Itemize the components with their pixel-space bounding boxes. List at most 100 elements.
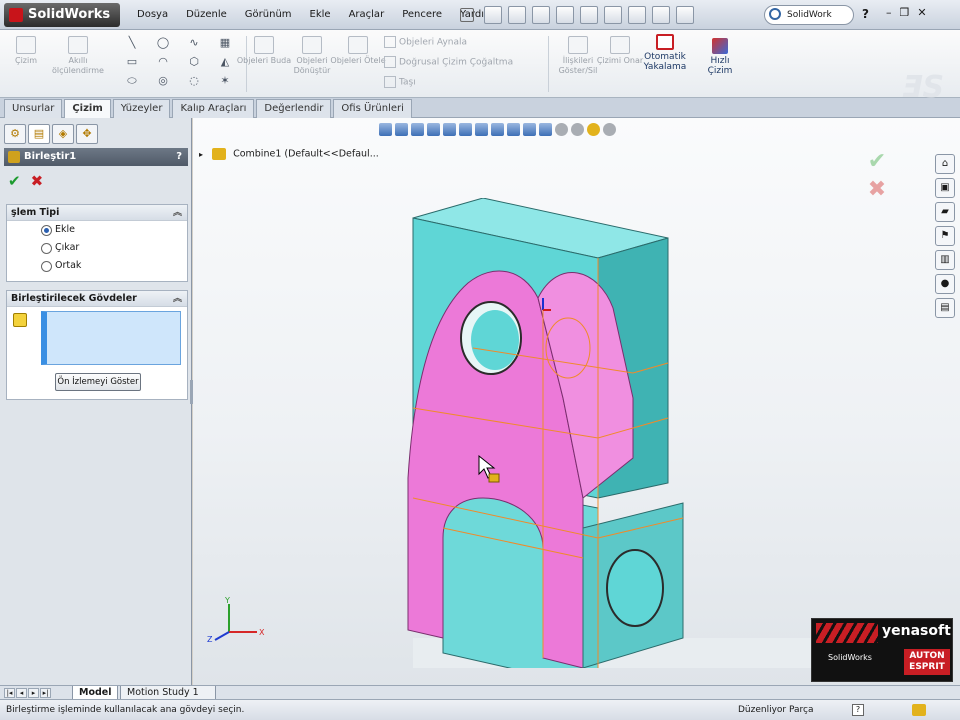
quick-snaps-button[interactable]: Otomatik Yakalama [636,34,694,72]
line-icon[interactable]: ╲ [118,36,146,54]
tab-unsurlar[interactable]: Unsurlar [4,99,63,118]
minimize-button[interactable]: – [886,6,892,19]
radio-button[interactable] [41,243,52,254]
solidworks-logo[interactable]: SolidWorks [4,3,120,27]
cancel-button[interactable]: ✖ [31,172,44,190]
property-manager-tab-icon[interactable]: ▤ [28,124,50,144]
fillet-icon[interactable]: ◌ [180,74,208,92]
ambient-occlusion-icon[interactable] [571,123,584,136]
radio-button[interactable] [41,225,52,236]
radio-button[interactable] [41,261,52,272]
custom-properties-icon[interactable]: ▤ [935,298,955,318]
section-view-icon[interactable] [427,123,440,136]
side-hole[interactable] [606,549,664,627]
mirror-entities-button[interactable]: Objeleri Aynala [384,36,467,48]
zoom-to-fit-icon[interactable] [379,123,392,136]
smart-dimension-button[interactable]: Akıllı ölçülendirme [48,36,108,76]
view-orientation-icon[interactable] [459,123,472,136]
first-tab-arrow-icon[interactable]: |◂ [4,688,15,698]
undo-icon[interactable] [580,6,598,24]
show-preview-button[interactable]: Ön İzlemeyi Göster [55,373,141,391]
rapid-sketch-button[interactable]: Hızlı Çizim [698,38,742,76]
arc-icon[interactable]: ◠ [149,55,177,73]
tab-degerlendir[interactable]: Değerlendir [256,99,332,118]
graphics-area[interactable]: ▸ Combine1 (Default<<Defaul... ✔ ✖ ⌂ ▣ ▰… [193,118,960,685]
tab-yuzeyler[interactable]: Yüzeyler [112,99,171,118]
select-icon[interactable] [604,6,622,24]
rebuild-icon[interactable] [628,6,646,24]
apply-scene-icon[interactable] [523,123,536,136]
dimxpert-tab-icon[interactable]: ✥ [76,124,98,144]
tab-cizim[interactable]: Çizim [64,99,111,118]
tab-kalip-araclari[interactable]: Kalıp Araçları [172,99,255,118]
design-library-icon[interactable]: ▣ [935,178,955,198]
perspective-icon[interactable] [603,123,616,136]
radio-cikar[interactable]: Çıkar [7,239,187,257]
menu-gorunum[interactable]: Görünüm [236,0,301,30]
print-icon[interactable] [556,6,574,24]
edit-appearance-icon[interactable] [507,123,520,136]
realview-icon[interactable] [587,123,600,136]
tab-model[interactable]: Model [72,686,119,700]
prev-tab-arrow-icon[interactable]: ◂ [16,688,27,698]
dynamic-annotation-icon[interactable] [443,123,456,136]
rectangle-icon[interactable]: ▭ [118,55,146,73]
search-input[interactable]: SolidWork [764,5,854,25]
solidworks-resources-icon[interactable]: ⌂ [935,154,955,174]
radio-ortak[interactable]: Ortak [7,257,187,275]
help-icon[interactable]: ? [176,148,182,166]
menu-dosya[interactable]: Dosya [128,0,177,30]
ok-button[interactable]: ✔ [8,172,21,190]
shadows-icon[interactable] [555,123,568,136]
expand-arrow-icon[interactable]: ▸ [199,150,203,159]
operation-type-header[interactable]: şlem Tipi ︽ [7,205,187,221]
collapse-icon[interactable]: ︽ [173,291,182,307]
new-document-icon[interactable] [484,6,502,24]
flyout-feature-tree[interactable]: ▸ Combine1 (Default<<Defaul... [199,148,379,160]
menu-araclar[interactable]: Araçlar [340,0,394,30]
view-palette-icon[interactable]: ▥ [935,250,955,270]
next-tab-arrow-icon[interactable]: ▸ [28,688,39,698]
rebuild-status-icon[interactable] [912,704,926,716]
appearances-icon[interactable]: ● [935,274,955,294]
polygon-icon[interactable]: ⬡ [180,55,208,73]
radio-ekle[interactable]: Ekle [7,221,187,239]
feature-manager-tab-icon[interactable]: ⚙ [4,124,26,144]
move-entities-button[interactable]: Taşı [384,76,416,88]
linear-pattern-button[interactable]: Doğrusal Çizim Çoğaltma [384,56,513,68]
3d-model-viewport[interactable] [373,198,893,668]
slot-icon[interactable]: ⬭ [118,74,146,92]
menu-pencere[interactable]: Pencere [393,0,451,30]
display-style-icon[interactable] [475,123,488,136]
file-explorer-icon[interactable]: ▰ [935,202,955,222]
pin-icon[interactable] [460,8,474,22]
offset-entities-button[interactable]: Objeleri Ötele [328,36,388,66]
tab-motion-study[interactable]: Motion Study 1 [120,686,216,700]
open-icon[interactable] [508,6,526,24]
tab-ofis-urunleri[interactable]: Ofis Ürünleri [333,99,412,118]
circle-icon[interactable]: ◯ [149,36,177,54]
status-help-icon[interactable]: ? [852,704,864,716]
options-icon[interactable] [676,6,694,24]
spline-icon[interactable]: ∿ [180,36,208,54]
menu-duzenle[interactable]: Düzenle [177,0,236,30]
menu-ekle[interactable]: Ekle [301,0,340,30]
centerline-icon[interactable]: ✶ [211,74,239,92]
view-settings-icon[interactable] [539,123,552,136]
collapse-icon[interactable]: ︽ [173,205,182,221]
confirm-ok-icon[interactable]: ✔ [863,148,891,176]
save-icon[interactable] [532,6,550,24]
hide-show-items-icon[interactable] [491,123,504,136]
bodies-to-combine-header[interactable]: Birleştirilecek Gövdeler ︽ [7,291,187,307]
bodies-selection-box[interactable] [41,311,181,365]
file-properties-icon[interactable] [652,6,670,24]
restore-button[interactable]: ❐ [900,6,910,19]
search-results-icon[interactable]: ⚑ [935,226,955,246]
close-button[interactable]: ✕ [917,6,926,19]
zoom-to-area-icon[interactable] [395,123,408,136]
previous-view-icon[interactable] [411,123,424,136]
last-tab-arrow-icon[interactable]: ▸| [40,688,51,698]
help-button[interactable]: ? [862,7,869,21]
ellipse-icon[interactable]: ◎ [149,74,177,92]
configuration-manager-tab-icon[interactable]: ◈ [52,124,74,144]
